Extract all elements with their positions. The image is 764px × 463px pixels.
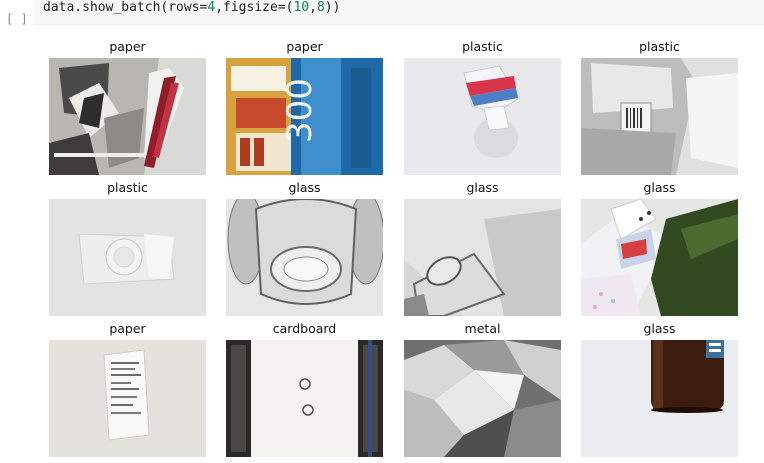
brown-bottle-photo: [581, 340, 738, 457]
code-line[interactable]: data.show_batch(rows=4,figsize=(10,8)): [43, 0, 340, 16]
code-number: 8: [316, 0, 325, 15]
batch-item-label: glass: [643, 321, 676, 336]
code-text: data.show_batch(rows=: [43, 0, 208, 15]
plastic-container-photo: [581, 58, 738, 175]
batch-item-label: metal: [464, 321, 501, 336]
code-text: ,figsize=(: [215, 0, 294, 15]
paper-photo: [49, 58, 206, 175]
cell-output: paper paper 300 plastic plastic plastic …: [0, 30, 764, 463]
svg-text:300: 300: [280, 78, 320, 143]
batch-item-label: plastic: [462, 39, 503, 54]
batch-item-label: paper: [286, 39, 323, 54]
code-cell[interactable]: [ ] data.show_batch(rows=4,figsize=(10,8…: [0, 0, 764, 26]
paper-box-photo: 300: [226, 58, 383, 175]
plastic-lid-photo: [49, 199, 206, 316]
code-editor[interactable]: data.show_batch(rows=4,figsize=(10,8)): [34, 0, 764, 25]
code-text: ,: [309, 0, 317, 15]
glass-cup-photo: [226, 199, 383, 316]
plastic-bottle-photo: [404, 58, 561, 175]
glass-bottle-photo: [581, 199, 738, 316]
code-number: 10: [293, 0, 310, 15]
batch-item-label: glass: [466, 180, 499, 195]
batch-item-label: glass: [643, 180, 676, 195]
batch-item-label: cardboard: [272, 321, 337, 336]
batch-item-label: glass: [288, 180, 321, 195]
cardboard-photo: [226, 340, 383, 457]
cell-prompt: [ ]: [6, 12, 28, 26]
foil-photo: [404, 340, 561, 457]
batch-item-label: paper: [109, 321, 146, 336]
batch-item-label: plastic: [639, 39, 680, 54]
batch-item-label: plastic: [107, 180, 148, 195]
glass-jar-photo: [404, 199, 561, 316]
code-text: )): [324, 0, 341, 15]
batch-item-label: paper: [109, 39, 146, 54]
receipt-photo: [49, 340, 206, 457]
